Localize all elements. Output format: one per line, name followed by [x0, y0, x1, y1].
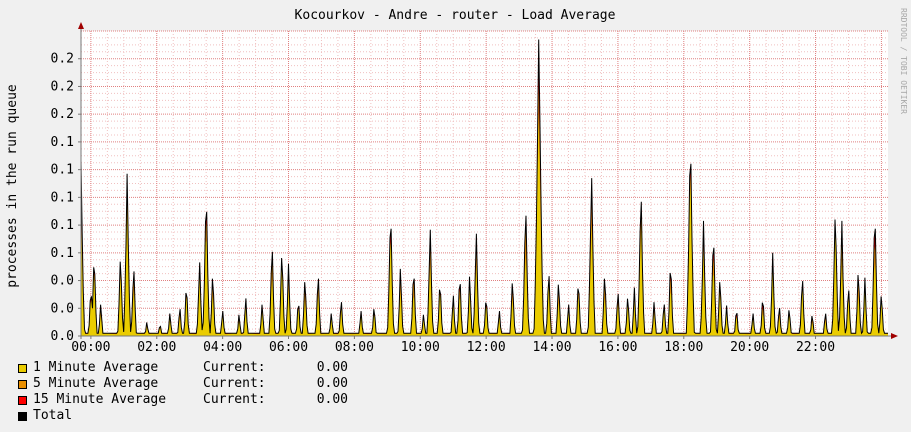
x-tick-label: 04:00	[203, 340, 242, 355]
y-tick-label: 0.2	[51, 79, 74, 94]
legend-item-5min: 5 Minute Average Current: 0.00	[18, 376, 348, 392]
x-tick-label: 20:00	[730, 340, 769, 355]
legend-swatch-total	[18, 411, 27, 421]
rrdtool-watermark: RRDTOOL / TOBI OETIKER	[899, 8, 908, 114]
y-tick-label: 0.0	[51, 274, 74, 289]
y-tick-label: 0.1	[51, 135, 74, 150]
legend: 1 Minute Average Current: 0.00 5 Minute …	[18, 360, 348, 424]
y-tick-label: 0.2	[51, 107, 74, 122]
x-tick-label: 14:00	[532, 340, 571, 355]
legend-current-value: 0.00	[316, 392, 348, 407]
legend-swatch-5min	[18, 379, 27, 389]
legend-current-label: Current:	[203, 360, 266, 375]
legend-item-1min: 1 Minute Average Current: 0.00	[18, 360, 348, 376]
y-tick-label: 0.2	[51, 52, 74, 67]
x-tick-label: 06:00	[269, 340, 308, 355]
x-tick-label: 12:00	[467, 340, 506, 355]
x-tick-label: 18:00	[664, 340, 703, 355]
x-tick-label: 00:00	[71, 340, 110, 355]
legend-label: 1 Minute Average	[33, 360, 159, 375]
legend-item-15min: 15 Minute Average Current: 0.00	[18, 392, 348, 408]
legend-current-value: 0.00	[316, 376, 348, 391]
chart-root: 0.0 0.0 0.0 0.1 0.1 0.1 0.1 0.1 0.2 0.2 0.2 00:00 02…	[0, 0, 911, 432]
x-tick-label: 10:00	[401, 340, 440, 355]
plot-area	[81, 31, 888, 336]
y-tick-label: 0.1	[51, 218, 74, 233]
legend-swatch-1min	[18, 363, 27, 373]
x-tick-label: 22:00	[796, 340, 835, 355]
y-tick-label: 0.1	[51, 246, 74, 261]
x-tick-label: 02:00	[137, 340, 176, 355]
chart-title: Kocourkov - Andre - router - Load Averag…	[295, 8, 616, 23]
legend-label: 15 Minute Average	[33, 392, 167, 407]
legend-label: 5 Minute Average	[33, 376, 159, 391]
y-axis-label: processes in the run queue	[5, 84, 20, 288]
legend-current-value: 0.00	[316, 360, 348, 375]
legend-swatch-15min	[18, 395, 27, 405]
y-tick-label: 0.0	[51, 301, 74, 316]
legend-current-label: Current:	[203, 376, 266, 391]
y-tick-label: 0.1	[51, 163, 74, 178]
x-tick-label: 16:00	[598, 340, 637, 355]
legend-item-total: Total	[18, 408, 348, 424]
y-tick-label: 0.1	[51, 190, 74, 205]
x-tick-label: 08:00	[335, 340, 374, 355]
legend-label: Total	[33, 408, 73, 423]
legend-current-label: Current:	[203, 392, 266, 407]
